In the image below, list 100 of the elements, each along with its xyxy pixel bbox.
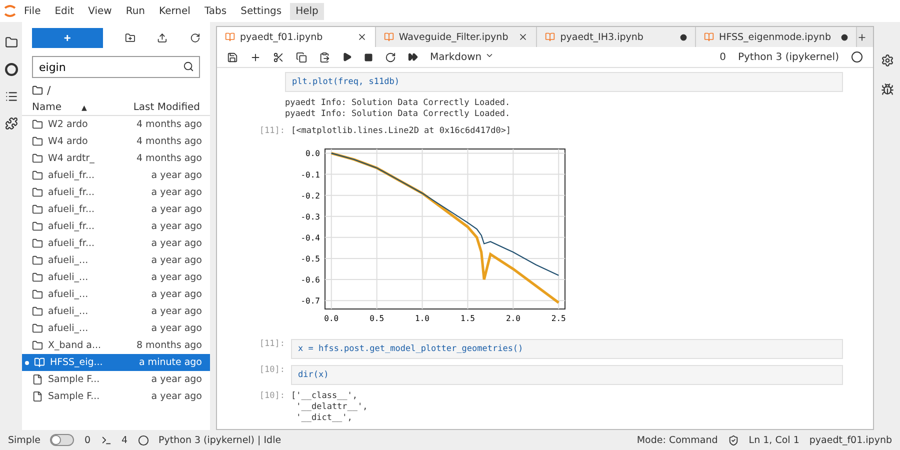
file-row[interactable]: afueli_fr... a year ago <box>22 167 210 184</box>
output-line: '__dict__', <box>295 413 354 424</box>
settings-icon[interactable] <box>880 54 894 67</box>
folder-icon <box>32 136 43 147</box>
menu-item[interactable]: Settings <box>234 2 288 20</box>
cut-icon[interactable] <box>273 52 284 62</box>
file-row[interactable]: X_band a... 8 months ago <box>22 337 210 354</box>
folder-icon <box>32 221 43 232</box>
file-row[interactable]: W4 ardtr_ 4 months ago <box>22 150 210 167</box>
menu-item[interactable]: Edit <box>48 2 80 20</box>
file-row[interactable]: HFSS_eig... a minute ago <box>22 354 210 371</box>
file-row[interactable]: Sample F... a year ago <box>22 388 210 405</box>
folder-icon <box>32 272 43 283</box>
file-name: X_band a... <box>48 340 102 351</box>
modified-time: a year ago <box>151 323 202 334</box>
y-tick-label: -0.5 <box>300 254 320 264</box>
new-launcher-button[interactable]: + <box>32 28 103 48</box>
kernel-name[interactable]: Python 3 (ipykernel) <box>738 52 839 62</box>
x-tick-label: 1.5 <box>460 314 475 323</box>
notebook-tab[interactable]: Waveguide_Filter.ipynb <box>376 27 538 47</box>
close-icon[interactable] <box>518 32 528 42</box>
file-name: afueli_fr... <box>48 204 94 215</box>
file-name: HFSS_eig... <box>50 357 103 368</box>
folder-icon[interactable] <box>4 36 18 49</box>
list-icon[interactable] <box>4 90 18 103</box>
file-row[interactable]: afueli_... a year ago <box>22 286 210 303</box>
menu-item[interactable]: Kernel <box>153 2 196 20</box>
insert-cell-icon[interactable] <box>250 52 261 62</box>
menu-item[interactable]: Tabs <box>198 2 233 20</box>
column-header[interactable]: Last Modified <box>133 102 200 113</box>
notebook-tab[interactable]: pyaedt_f01.ipynb <box>217 27 376 47</box>
menu-item[interactable]: Help <box>290 2 324 20</box>
notebook-icon <box>704 32 714 42</box>
tab-label: HFSS_eigenmode.ipynb <box>719 32 831 42</box>
menu-item[interactable]: Run <box>120 2 152 20</box>
copy-icon[interactable] <box>296 52 307 62</box>
modified-time: a year ago <box>151 289 202 300</box>
file-row[interactable]: afueli_fr... a year ago <box>22 218 210 235</box>
file-row[interactable]: Sample F... a year ago <box>22 371 210 388</box>
folder-icon <box>32 289 43 300</box>
bug-icon[interactable] <box>880 83 894 96</box>
file-row[interactable]: afueli_fr... a year ago <box>22 201 210 218</box>
close-icon[interactable] <box>356 32 367 42</box>
save-icon[interactable] <box>227 52 238 62</box>
file-name: W4 ardo <box>48 136 88 147</box>
modified-time: a year ago <box>151 238 202 249</box>
file-row[interactable]: afueli_fr... a year ago <box>22 235 210 252</box>
file-row[interactable]: afueli_... a year ago <box>22 252 210 269</box>
file-name: Sample F... <box>48 391 100 402</box>
unsaved-dot-icon[interactable] <box>840 34 848 40</box>
file-row[interactable]: afueli_fr... a year ago <box>22 184 210 201</box>
paste-icon[interactable] <box>319 52 330 62</box>
folder-icon <box>32 119 43 130</box>
add-tab-icon[interactable] <box>857 32 867 42</box>
unsaved-dot-icon[interactable] <box>680 34 688 40</box>
output-line: pyaedt Info: Solution Data Correctly Loaded. <box>285 109 510 120</box>
x-tick-label: 2.0 <box>506 314 520 323</box>
menu-item[interactable]: View <box>82 2 118 20</box>
y-tick-label: -0.1 <box>300 170 320 180</box>
tab-label: pyaedt_IH3.ipynb <box>560 32 644 42</box>
y-tick-label: 0.0 <box>306 149 320 158</box>
modified-time: a year ago <box>151 306 202 317</box>
folder-icon <box>32 153 43 164</box>
cell-type-dropdown[interactable]: Markdown <box>430 51 494 63</box>
file-icon <box>32 374 43 385</box>
modified-time: a year ago <box>151 221 202 232</box>
notebook-icon <box>545 32 556 42</box>
restart-icon[interactable] <box>385 52 396 62</box>
y-tick-label: -0.3 <box>300 212 320 222</box>
run-all-icon[interactable] <box>408 52 418 62</box>
notebook-tab[interactable]: pyaedt_IH3.ipynb <box>537 27 696 47</box>
new-folder-icon[interactable] <box>124 32 136 44</box>
running-icon[interactable] <box>4 63 18 76</box>
search-field[interactable]: eigin <box>32 56 200 78</box>
chevron-down-icon <box>484 51 494 60</box>
file-row[interactable]: W2 ardo 4 months ago <box>22 116 210 133</box>
simple-toggle[interactable] <box>50 434 74 446</box>
modified-time: 4 months ago <box>136 119 202 130</box>
file-row[interactable]: afueli_... a year ago <box>22 303 210 320</box>
stop-icon[interactable] <box>364 52 373 62</box>
y-tick-label: -0.6 <box>300 276 320 285</box>
modified-time: a year ago <box>151 187 202 198</box>
refresh-icon[interactable] <box>190 32 200 44</box>
puzzle-icon[interactable] <box>4 117 18 130</box>
notebook-tab[interactable]: HFSS_eigenmode.ipynb <box>696 27 857 47</box>
file-row[interactable]: W4 ardo 4 months ago <box>22 133 210 150</box>
upload-icon[interactable] <box>157 32 168 44</box>
modified-time: a year ago <box>151 255 202 266</box>
path-label: / <box>47 84 51 97</box>
file-row[interactable]: afueli_... a year ago <box>22 269 210 286</box>
x-tick-label: 0.0 <box>324 314 339 323</box>
folder-icon <box>32 306 43 317</box>
modified-time: a year ago <box>151 391 202 402</box>
notebook-icon <box>225 32 235 42</box>
cell-prompt: [10]: <box>258 391 286 403</box>
run-icon[interactable] <box>342 52 352 62</box>
menu-item[interactable]: File <box>18 2 47 20</box>
file-name: Sample F... <box>48 374 100 385</box>
folder-icon <box>32 323 43 334</box>
file-row[interactable]: afueli_... a year ago <box>22 320 210 337</box>
